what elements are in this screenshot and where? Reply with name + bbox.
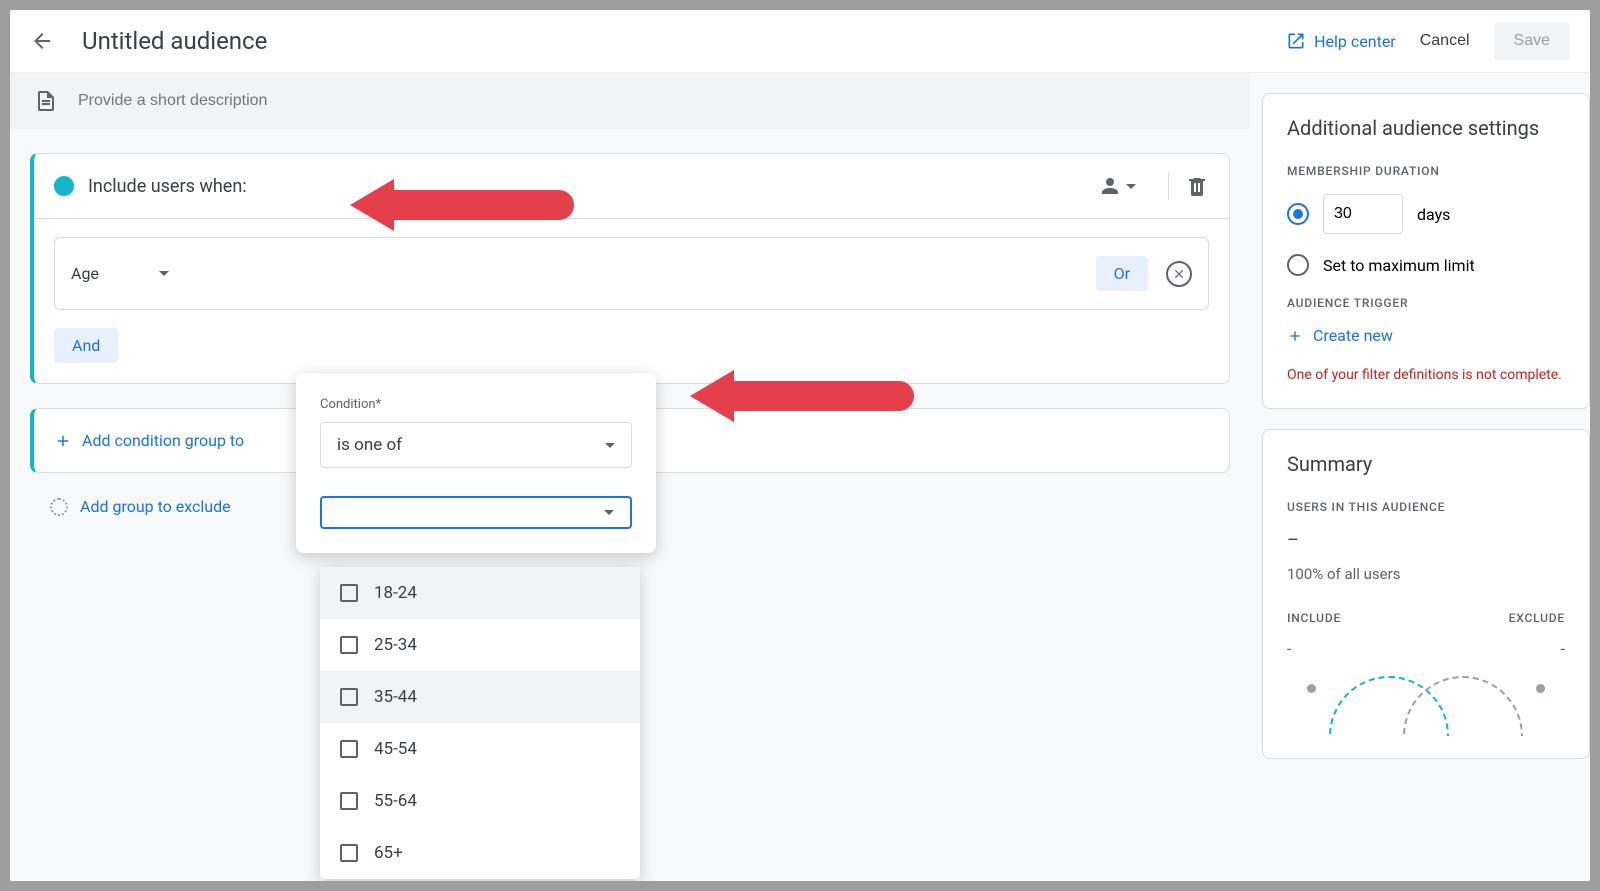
duration-days-row: days <box>1287 194 1565 234</box>
filter-error-message: One of your filter definitions is not co… <box>1287 365 1565 386</box>
checkbox-icon <box>340 636 358 654</box>
open-in-new-icon <box>1286 31 1306 51</box>
option-item[interactable]: 65+ <box>320 827 640 879</box>
scope-selector[interactable] <box>1098 174 1136 198</box>
option-item[interactable]: 18-24 <box>320 567 640 619</box>
add-condition-label: Add condition group to <box>82 431 244 450</box>
delete-button[interactable] <box>1185 174 1209 198</box>
max-limit-label: Set to maximum limit <box>1323 256 1475 275</box>
checkbox-icon <box>340 844 358 862</box>
duration-max-row: Set to maximum limit <box>1287 254 1565 276</box>
venn-diagram <box>1287 676 1565 736</box>
operator-select[interactable]: is one of <box>320 422 632 468</box>
chevron-down-icon <box>159 271 169 276</box>
include-heading: Include users when: <box>88 176 1098 197</box>
description-row <box>10 73 1250 129</box>
help-center-link[interactable]: Help center <box>1286 31 1396 51</box>
divider <box>1168 172 1169 200</box>
or-button[interactable]: Or <box>1096 256 1148 291</box>
cancel-button[interactable]: Cancel <box>1420 32 1470 50</box>
checkbox-icon <box>340 792 358 810</box>
include-indicator-icon <box>54 176 74 196</box>
description-icon <box>34 89 58 113</box>
option-label: 65+ <box>374 843 403 863</box>
description-input[interactable] <box>78 92 478 110</box>
audience-trigger-label: AUDIENCE TRIGGER <box>1287 296 1565 310</box>
operator-value: is one of <box>337 435 402 455</box>
duration-max-radio[interactable] <box>1287 254 1309 276</box>
plus-icon <box>54 432 72 450</box>
chevron-down-icon <box>605 443 615 448</box>
dimension-selector[interactable]: Age <box>71 264 169 283</box>
include-label: INCLUDE <box>1287 611 1341 625</box>
dotted-circle-icon <box>50 498 68 516</box>
person-icon <box>1098 174 1122 198</box>
users-in-audience-label: USERS IN THIS AUDIENCE <box>1287 500 1565 514</box>
option-item[interactable]: 55-64 <box>320 775 640 827</box>
annotation-arrow-icon <box>690 370 914 422</box>
option-label: 55-64 <box>374 791 417 811</box>
percent-of-users: 100% of all users <box>1287 565 1565 583</box>
plus-icon <box>1287 328 1303 344</box>
save-button[interactable]: Save <box>1494 22 1570 60</box>
checkbox-icon <box>340 740 358 758</box>
condition-label: Condition* <box>320 397 632 412</box>
dimension-row: Age Or <box>54 237 1209 310</box>
option-label: 35-44 <box>374 687 417 707</box>
option-item[interactable]: 25-34 <box>320 619 640 671</box>
back-arrow-icon[interactable] <box>30 29 54 53</box>
exclude-value: - <box>1561 639 1565 658</box>
chevron-down-icon <box>1126 184 1136 189</box>
annotation-arrow-icon <box>350 179 574 231</box>
duration-unit: days <box>1417 205 1450 224</box>
settings-panel: Additional audience settings MEMBERSHIP … <box>1262 93 1590 409</box>
chevron-down-icon <box>604 510 614 515</box>
summary-panel: Summary USERS IN THIS AUDIENCE – 100% of… <box>1262 429 1590 759</box>
add-exclude-label: Add group to exclude <box>80 497 231 516</box>
create-new-label: Create new <box>1313 326 1393 345</box>
membership-duration-label: MEMBERSHIP DURATION <box>1287 164 1565 178</box>
editor-header: Untitled audience Help center Cancel Sav… <box>10 10 1590 73</box>
summary-title: Summary <box>1287 452 1565 476</box>
checkbox-icon <box>340 688 358 706</box>
option-label: 25-34 <box>374 635 417 655</box>
option-item[interactable]: 45-54 <box>320 723 640 775</box>
condition-popover: Condition* is one of <box>296 373 656 553</box>
value-select[interactable] <box>320 496 632 529</box>
options-dropdown: 18-24 25-34 35-44 45-54 55-64 65+ <box>320 567 640 879</box>
dimension-name: Age <box>71 264 99 283</box>
remove-condition-button[interactable] <box>1166 261 1192 287</box>
right-sidebar: Additional audience settings MEMBERSHIP … <box>1250 73 1590 881</box>
include-value: - <box>1287 639 1291 658</box>
include-condition-card: Include users when: Age Or <box>30 153 1230 384</box>
exclude-label: EXCLUDE <box>1509 611 1565 625</box>
create-trigger-link[interactable]: Create new <box>1287 326 1565 345</box>
page-title[interactable]: Untitled audience <box>82 27 1286 55</box>
option-label: 18-24 <box>374 583 417 603</box>
close-icon <box>1172 267 1186 281</box>
settings-title: Additional audience settings <box>1287 116 1565 140</box>
checkbox-icon <box>340 584 358 602</box>
users-value: – <box>1287 530 1565 551</box>
duration-days-radio[interactable] <box>1287 203 1309 225</box>
main-editor: Include users when: Age Or <box>10 73 1250 881</box>
help-center-label: Help center <box>1314 32 1396 51</box>
option-item[interactable]: 35-44 <box>320 671 640 723</box>
duration-input[interactable] <box>1323 194 1403 234</box>
option-label: 45-54 <box>374 739 417 759</box>
and-button[interactable]: And <box>54 328 118 363</box>
include-header: Include users when: <box>34 154 1229 219</box>
